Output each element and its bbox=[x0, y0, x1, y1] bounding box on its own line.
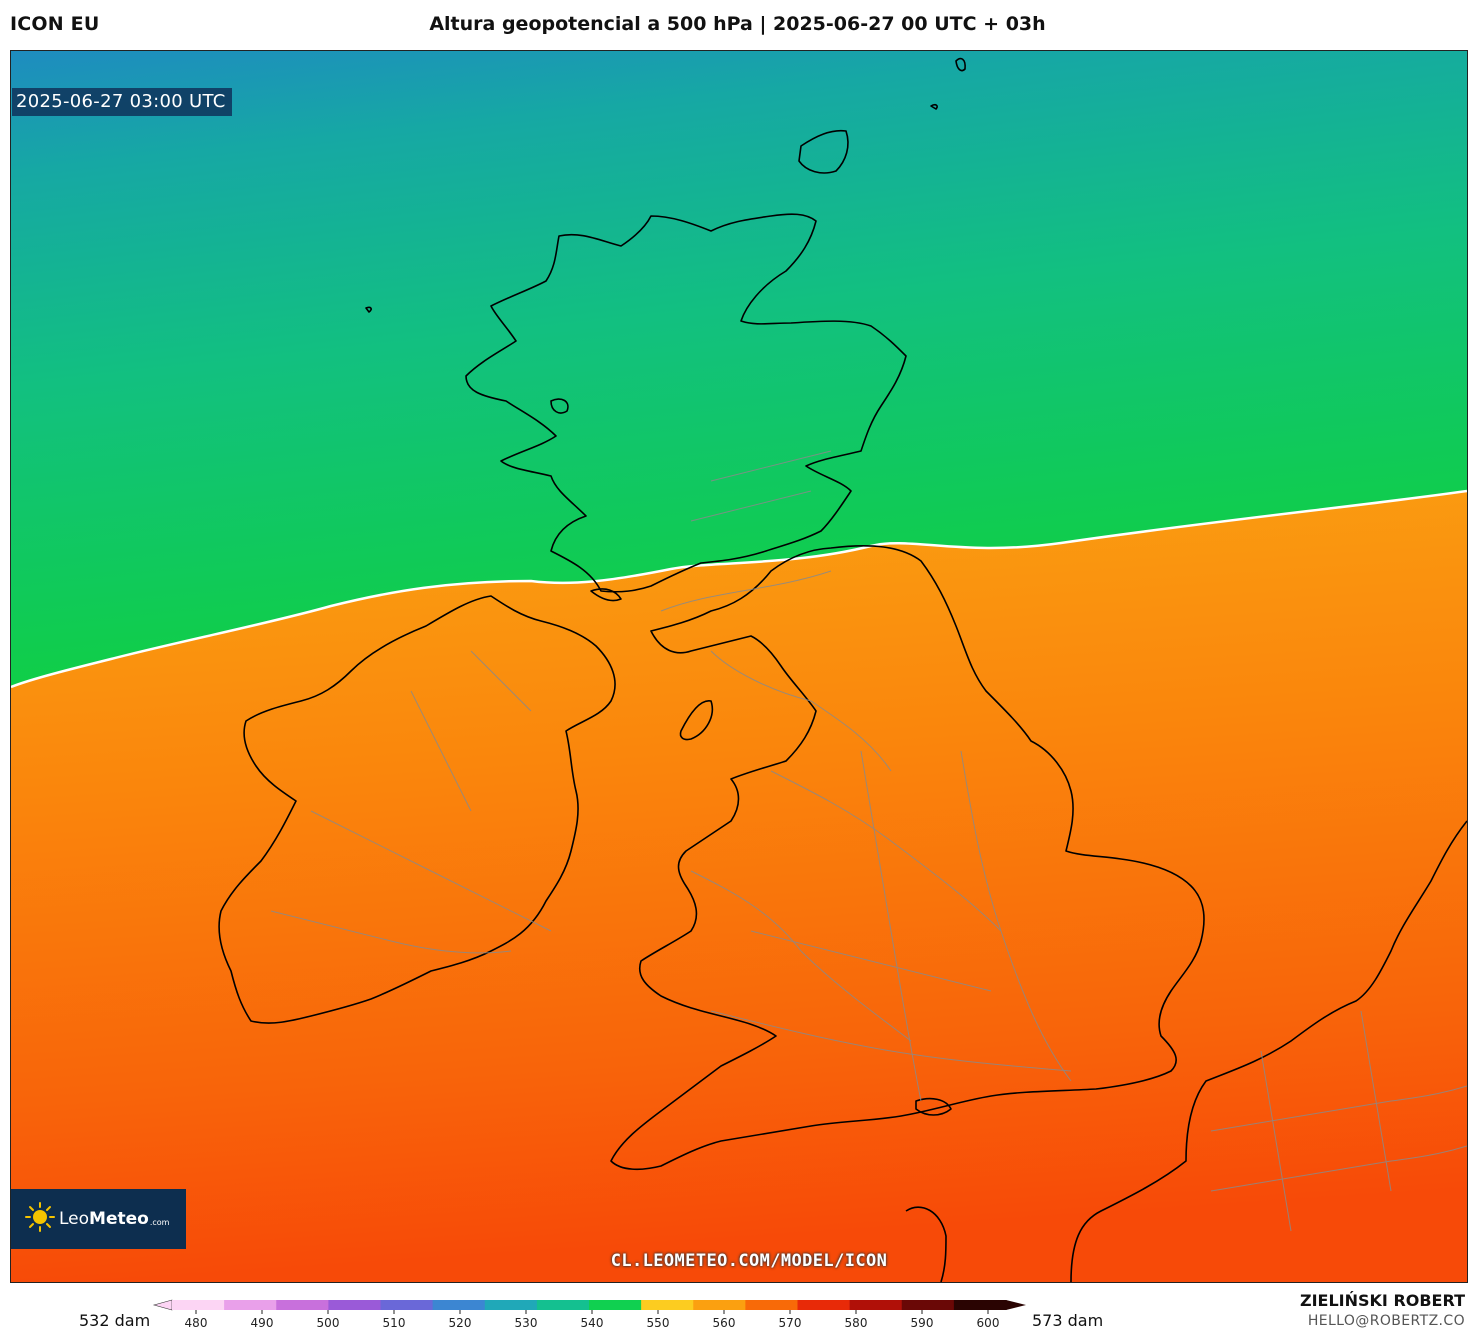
colorbar-segment bbox=[693, 1300, 746, 1310]
colorbar-segment bbox=[172, 1300, 225, 1310]
colorbar-tick-label: 570 bbox=[779, 1316, 802, 1330]
author-email[interactable]: HELLO@ROBERTZ.CO bbox=[1308, 1313, 1465, 1329]
colorbar-segment bbox=[536, 1300, 590, 1310]
valid-time-badge: 2025-06-27 03:00 UTC bbox=[12, 88, 232, 116]
colorbar-segment bbox=[484, 1300, 538, 1310]
leometeo-logo[interactable]: LeoMeteo .com bbox=[11, 1189, 186, 1249]
colorbar-max-label: 573 dam bbox=[1032, 1311, 1104, 1330]
colorbar-segment bbox=[432, 1300, 486, 1310]
colorbar-segment bbox=[953, 1300, 1007, 1310]
colorbar-segment bbox=[849, 1300, 903, 1310]
colorbar-segment bbox=[901, 1300, 955, 1310]
author-name: ZIELIŃSKI ROBERT bbox=[1299, 1291, 1465, 1310]
colorbar-tick-label: 490 bbox=[251, 1316, 274, 1330]
colorbar-segment bbox=[797, 1300, 851, 1310]
colorbar-tick-label: 530 bbox=[515, 1316, 538, 1330]
chart-title: Altura geopotencial a 500 hPa | 2025-06-… bbox=[429, 13, 1046, 35]
colorbar-min-arrow bbox=[152, 1299, 173, 1311]
logo-suffix: .com bbox=[149, 1217, 170, 1227]
colorbar-segment bbox=[589, 1300, 642, 1310]
colorbar-tick-label: 510 bbox=[383, 1316, 406, 1330]
colorbar-tick-label: 480 bbox=[185, 1316, 208, 1330]
source-url[interactable]: CL.LEOMETEO.COM/MODEL/ICON bbox=[11, 1251, 1467, 1271]
colorbar-tick-label: 520 bbox=[449, 1316, 472, 1330]
sun-icon bbox=[25, 1202, 55, 1236]
map-panel[interactable]: 2025-06-27 03:00 UTC LeoMeteo .com CL.LE… bbox=[10, 50, 1468, 1283]
colorbar-segment bbox=[380, 1300, 434, 1310]
colorbar-tick-label: 540 bbox=[581, 1316, 604, 1330]
colorbar-min-label: 532 dam bbox=[79, 1311, 151, 1330]
colorbar-tick-label: 560 bbox=[713, 1316, 736, 1330]
colorbar-segment bbox=[641, 1300, 694, 1310]
colorbar-max-arrow bbox=[1006, 1300, 1026, 1310]
colorbar-tick-label: 550 bbox=[647, 1316, 670, 1330]
colorbar-segment bbox=[276, 1300, 329, 1310]
colorbar-segment bbox=[224, 1300, 277, 1310]
colorbar-tick-label: 600 bbox=[977, 1316, 1000, 1330]
colorbar-tick-label: 500 bbox=[317, 1316, 340, 1330]
colorbar-tick-label: 590 bbox=[911, 1316, 934, 1330]
logo-wordmark: LeoMeteo bbox=[59, 1209, 149, 1229]
colorbar-segment bbox=[328, 1300, 382, 1310]
colorbar-segment bbox=[745, 1300, 799, 1310]
colorbar: 480 490 500 510 520 530 540 550 560 570 580 590 600 bbox=[152, 1299, 1026, 1330]
geopotential-map bbox=[11, 51, 1467, 1282]
colorbar-tick-label: 580 bbox=[845, 1316, 868, 1330]
